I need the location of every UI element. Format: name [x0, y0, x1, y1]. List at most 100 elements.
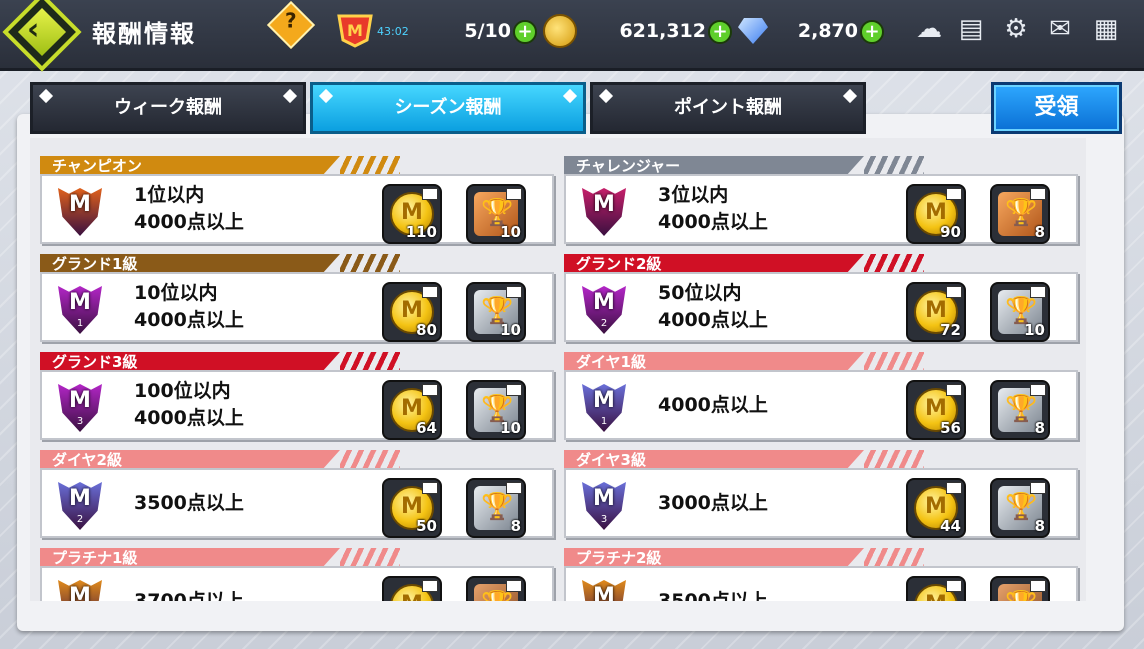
- coin-reward[interactable]: 64: [382, 380, 442, 440]
- item-tag-icon: [506, 384, 522, 396]
- coin-reward[interactable]: 72: [906, 282, 966, 342]
- reward-card: チャレンジャー M 3位以内 4000点以上 90 8: [564, 156, 1078, 244]
- emblem-letter: M: [69, 290, 91, 315]
- coin-reward[interactable]: [382, 576, 442, 601]
- coin-reward[interactable]: [906, 576, 966, 601]
- rank-emblem-icon: M1: [52, 576, 108, 601]
- emblem-letter: M: [69, 584, 91, 601]
- banner-stripes: [864, 450, 924, 470]
- emblem-letter: M: [593, 290, 615, 315]
- item-tag-icon: [506, 188, 522, 200]
- coin-reward[interactable]: 80: [382, 282, 442, 342]
- stamina-timer: 43:02: [377, 25, 409, 38]
- trophy-reward[interactable]: [990, 576, 1050, 601]
- reward-row: M1 4000点以上 56 8: [564, 370, 1078, 440]
- condition-line: 4000点以上: [658, 394, 768, 416]
- item-tag-icon: [422, 188, 438, 200]
- rank-condition: 50位以内 4000点以上: [658, 280, 768, 334]
- gem-counter: 2,870 +: [770, 18, 892, 46]
- item-tag-icon: [1030, 286, 1046, 298]
- reward-quantity: 56: [940, 419, 961, 437]
- tab-season[interactable]: シーズン報酬: [310, 82, 586, 134]
- reward-quantity: 10: [500, 419, 521, 437]
- tab-weekly[interactable]: ウィーク報酬: [30, 82, 306, 134]
- rank-emblem-icon: M2: [576, 576, 632, 601]
- reward-row: M3100位以内4000点以上6410: [40, 370, 554, 440]
- coin-reward[interactable]: 50: [382, 478, 442, 538]
- chat-icon[interactable]: ✉: [1044, 12, 1076, 46]
- add-stamina-button[interactable]: +: [513, 20, 537, 44]
- rank-condition: 3位以内 4000点以上: [658, 182, 768, 236]
- item-tag-icon: [1030, 580, 1046, 592]
- rank-emblem-icon: M1: [52, 282, 108, 338]
- banner-stripes: [864, 254, 924, 274]
- profile-card-icon[interactable]: ▤: [955, 12, 987, 46]
- item-tag-icon: [946, 384, 962, 396]
- reward-list[interactable]: チャンピオンM1位以内4000点以上11010チャレンジャーM3位以内4000点…: [30, 138, 1086, 601]
- page-title: 報酬情報: [92, 20, 196, 48]
- condition-line: 3700点以上: [134, 590, 244, 601]
- condition-line: 4000点以上: [134, 407, 244, 429]
- rank-banner: グランド1級: [40, 254, 340, 274]
- item-tag-icon: [422, 286, 438, 298]
- help-button[interactable]: ?: [266, 0, 316, 50]
- reward-card: ダイヤ1級M14000点以上568: [564, 352, 1078, 440]
- condition-line: 100位以内: [134, 380, 231, 402]
- emblem-number: 1: [76, 318, 84, 329]
- add-gem-button[interactable]: +: [860, 20, 884, 44]
- item-tag-icon: [1030, 188, 1046, 200]
- item-tag-icon: [506, 482, 522, 494]
- trophy-reward[interactable]: [466, 576, 526, 601]
- rank-banner: グランド2級: [564, 254, 864, 274]
- banner-stripes: [864, 352, 924, 372]
- item-tag-icon: [506, 286, 522, 298]
- tab-points[interactable]: ポイント報酬: [590, 82, 866, 134]
- reward-quantity: 8: [1034, 419, 1045, 437]
- rank-emblem-icon: M: [576, 184, 632, 240]
- condition-line: 3500点以上: [134, 492, 244, 514]
- tab-corner-dot: [598, 88, 614, 104]
- reward-quantity: 8: [1034, 517, 1045, 535]
- reward-quantity: 10: [1024, 321, 1045, 339]
- trophy-reward[interactable]: 10: [466, 380, 526, 440]
- trophy-reward[interactable]: 10: [466, 282, 526, 342]
- question-icon: ?: [285, 8, 297, 33]
- trophy-reward[interactable]: 8: [990, 184, 1050, 244]
- banner-stripes: [340, 450, 400, 470]
- coin-reward[interactable]: 90: [906, 184, 966, 244]
- condition-line: 3500点以上: [658, 590, 768, 601]
- rank-banner: プラチナ2級: [564, 548, 864, 568]
- tab-corner-dot: [842, 88, 858, 104]
- banner-stripes: [340, 352, 400, 372]
- reward-quantity: 8: [1034, 223, 1045, 241]
- rank-banner: チャレンジャー: [564, 156, 864, 176]
- rank-condition: 10位以内 4000点以上: [134, 280, 244, 334]
- trophy-reward[interactable]: 8: [990, 478, 1050, 538]
- trophy-reward[interactable]: 10: [466, 184, 526, 244]
- banner-stripes: [864, 548, 924, 568]
- back-button[interactable]: ‹: [2, 0, 82, 72]
- trophy-reward[interactable]: 8: [466, 478, 526, 538]
- reward-row: M23500点以上508: [40, 468, 554, 538]
- emblem-number: 1: [600, 416, 608, 427]
- claim-button[interactable]: 受領: [991, 82, 1122, 134]
- item-tag-icon: [946, 188, 962, 200]
- rank-emblem-icon: M1: [576, 380, 632, 436]
- condition-line: 1位以内: [134, 184, 205, 206]
- notification-icon[interactable]: ☁: [913, 12, 945, 46]
- tab-label: シーズン報酬: [394, 97, 502, 118]
- coin-reward[interactable]: 44: [906, 478, 966, 538]
- rank-emblem-icon: M2: [576, 282, 632, 338]
- gear-icon[interactable]: ⚙: [1000, 12, 1032, 46]
- trophy-reward[interactable]: 8: [990, 380, 1050, 440]
- coin-reward[interactable]: 56: [906, 380, 966, 440]
- rank-emblem-icon: M3: [576, 478, 632, 534]
- tab-label: ポイント報酬: [674, 97, 782, 118]
- coin-reward[interactable]: 110: [382, 184, 442, 244]
- reward-card: ダイヤ2級M23500点以上508: [40, 450, 554, 538]
- add-coin-button[interactable]: +: [708, 20, 732, 44]
- reward-quantity: 8: [510, 517, 521, 535]
- menu-grid-icon[interactable]: ▦: [1090, 12, 1122, 46]
- emblem-number: 3: [76, 416, 84, 427]
- trophy-reward[interactable]: 10: [990, 282, 1050, 342]
